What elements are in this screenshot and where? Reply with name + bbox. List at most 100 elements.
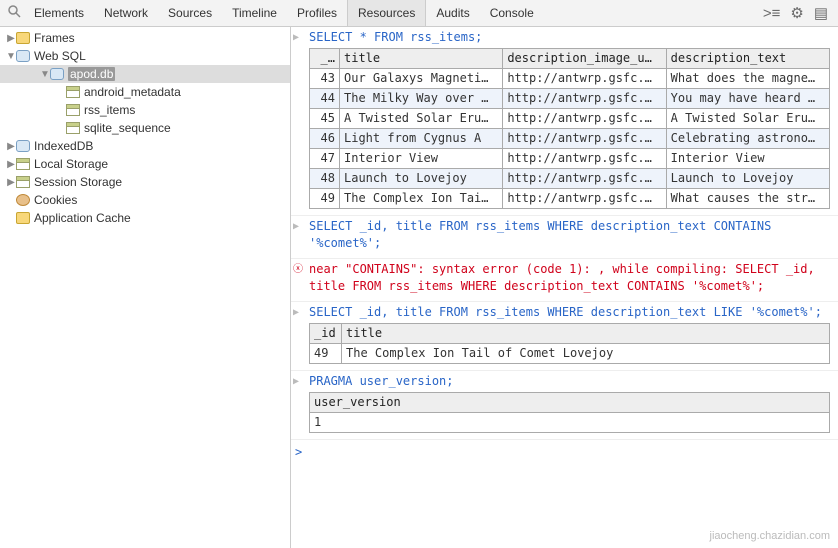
- tree-cookies[interactable]: Cookies: [0, 191, 290, 209]
- tree-db-apod[interactable]: ▼apod.db: [0, 65, 290, 83]
- tree-local-storage[interactable]: ▶Local Storage: [0, 155, 290, 173]
- tab-audits[interactable]: Audits: [426, 0, 479, 26]
- query-block: ▶ SELECT * FROM rss_items; _…titledescri…: [291, 27, 838, 216]
- cell: Light from Cygnus A: [340, 129, 503, 149]
- cookie-icon: [16, 194, 30, 206]
- sql-console: ▶ SELECT * FROM rss_items; _…titledescri…: [291, 27, 838, 548]
- database-icon: [16, 140, 30, 152]
- tree-table-android-metadata[interactable]: android_metadata: [0, 83, 290, 101]
- table-icon: [66, 104, 80, 116]
- cell: 49: [310, 189, 340, 209]
- tree-table-rss-items[interactable]: rss_items: [0, 101, 290, 119]
- expand-icon[interactable]: ▶: [293, 218, 299, 235]
- cell: 49: [310, 344, 342, 364]
- col-header: title: [340, 49, 503, 69]
- table-row: 49The Complex Ion Tai…http://antwrp.gsfc…: [310, 189, 830, 209]
- sql-query: PRAGMA user_version;: [309, 373, 834, 390]
- cell: http://antwrp.gsfc.…: [503, 189, 666, 209]
- cell: http://antwrp.gsfc.…: [503, 69, 666, 89]
- table-row: 43Our Galaxys Magneti…http://antwrp.gsfc…: [310, 69, 830, 89]
- cell: 46: [310, 129, 340, 149]
- cell: 43: [310, 69, 340, 89]
- tab-elements[interactable]: Elements: [24, 0, 94, 26]
- cell: Interior View: [666, 149, 829, 169]
- result-table: _…titledescription_image_u…description_t…: [309, 48, 830, 209]
- cell: http://antwrp.gsfc.…: [503, 149, 666, 169]
- cell: http://antwrp.gsfc.…: [503, 109, 666, 129]
- error-message: near "CONTAINS": syntax error (code 1): …: [309, 261, 834, 295]
- table-row: 1: [310, 413, 830, 433]
- storage-icon: [16, 158, 30, 170]
- table-row: 45 A Twisted Solar Eru…http://antwrp.gsfc…: [310, 109, 830, 129]
- cell: The Complex Ion Tai…: [340, 189, 503, 209]
- table-row: 46Light from Cygnus Ahttp://antwrp.gsfc.…: [310, 129, 830, 149]
- table-icon: [66, 122, 80, 134]
- query-block: ▶ SELECT _id, title FROM rss_items WHERE…: [291, 216, 838, 259]
- table-row: 44The Milky Way over …http://antwrp.gsfc…: [310, 89, 830, 109]
- tree-appcache[interactable]: Application Cache: [0, 209, 290, 227]
- table-icon: [66, 86, 80, 98]
- devtools-toolbar: ElementsNetworkSourcesTimelineProfilesRe…: [0, 0, 838, 27]
- table-row: 48Launch to Lovejoyhttp://antwrp.gsfc.…L…: [310, 169, 830, 189]
- query-block: ▶ PRAGMA user_version; user_version 1: [291, 371, 838, 440]
- expand-icon[interactable]: ▶: [293, 29, 299, 46]
- col-header: title: [342, 324, 830, 344]
- expand-icon[interactable]: ▶: [293, 304, 299, 321]
- tree-table-sqlite-sequence[interactable]: sqlite_sequence: [0, 119, 290, 137]
- database-icon: [16, 50, 30, 62]
- table-row: 49 The Complex Ion Tail of Comet Lovejoy: [310, 344, 830, 364]
- appcache-icon: [16, 212, 30, 224]
- cell: The Complex Ion Tail of Comet Lovejoy: [342, 344, 830, 364]
- cell: http://antwrp.gsfc.…: [503, 129, 666, 149]
- folder-icon: [16, 32, 30, 44]
- cell: What causes the str…: [666, 189, 829, 209]
- query-block: ▶ SELECT _id, title FROM rss_items WHERE…: [291, 302, 838, 371]
- tab-resources[interactable]: Resources: [347, 0, 426, 26]
- tab-sources[interactable]: Sources: [158, 0, 222, 26]
- error-icon: ⓧ: [293, 261, 303, 278]
- result-table: _id title 49 The Complex Ion Tail of Com…: [309, 323, 830, 364]
- panel-tabs: ElementsNetworkSourcesTimelineProfilesRe…: [24, 0, 763, 26]
- tree-session-storage[interactable]: ▶Session Storage: [0, 173, 290, 191]
- cell: 1: [310, 413, 830, 433]
- expand-icon[interactable]: ▶: [293, 373, 299, 390]
- sql-query: SELECT _id, title FROM rss_items WHERE d…: [309, 218, 834, 252]
- cell: Launch to Lovejoy: [666, 169, 829, 189]
- search-icon[interactable]: [4, 5, 24, 21]
- col-header: description_image_u…: [503, 49, 666, 69]
- tab-profiles[interactable]: Profiles: [287, 0, 347, 26]
- tree-frames[interactable]: ▶Frames: [0, 29, 290, 47]
- console-drawer-icon[interactable]: >≡: [763, 5, 781, 22]
- watermark: jiaocheng.chazidian.com: [710, 530, 830, 542]
- tree-websql[interactable]: ▼Web SQL: [0, 47, 290, 65]
- tree-indexeddb[interactable]: ▶IndexedDB: [0, 137, 290, 155]
- cell: A Twisted Solar Eru…: [666, 109, 829, 129]
- cell: 44: [310, 89, 340, 109]
- cell: What does the magne…: [666, 69, 829, 89]
- cell: 47: [310, 149, 340, 169]
- col-header: user_version: [310, 393, 830, 413]
- error-block: ⓧ near "CONTAINS": syntax error (code 1)…: [291, 259, 838, 302]
- resources-sidebar: ▶Frames ▼Web SQL ▼apod.db android_metada…: [0, 27, 291, 548]
- tab-timeline[interactable]: Timeline: [222, 0, 287, 26]
- cell: Launch to Lovejoy: [340, 169, 503, 189]
- cell: Celebrating astrono…: [666, 129, 829, 149]
- cell: http://antwrp.gsfc.…: [503, 89, 666, 109]
- cell: http://antwrp.gsfc.…: [503, 169, 666, 189]
- dock-icon[interactable]: ▤: [814, 4, 828, 22]
- sql-query: SELECT * FROM rss_items;: [309, 29, 834, 46]
- cell: The Milky Way over …: [340, 89, 503, 109]
- cell: 48: [310, 169, 340, 189]
- sql-prompt[interactable]: >: [291, 440, 838, 465]
- storage-icon: [16, 176, 30, 188]
- col-header: description_text: [666, 49, 829, 69]
- cell: 45: [310, 109, 340, 129]
- settings-icon[interactable]: ⚙: [790, 4, 803, 22]
- tab-network[interactable]: Network: [94, 0, 158, 26]
- database-icon: [50, 68, 64, 80]
- tab-console[interactable]: Console: [480, 0, 544, 26]
- cell: Interior View: [340, 149, 503, 169]
- col-header: _id: [310, 324, 342, 344]
- table-row: 47Interior Viewhttp://antwrp.gsfc.…Inter…: [310, 149, 830, 169]
- cell: Our Galaxys Magneti…: [340, 69, 503, 89]
